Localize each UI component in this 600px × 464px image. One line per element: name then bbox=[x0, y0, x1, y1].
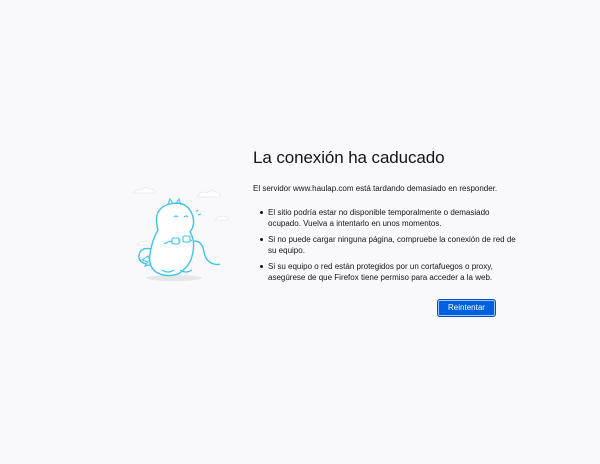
reason-item: El sitio podría estar no disponible temp… bbox=[260, 207, 523, 229]
reason-item: Si su equipo o red están protegidos por … bbox=[260, 261, 523, 283]
error-page: La conexión ha caducado El servidor www.… bbox=[0, 0, 600, 464]
error-description: El servidor www.haulap.com está tardando… bbox=[253, 184, 498, 193]
reason-item: Si no puede cargar ninguna página, compr… bbox=[260, 234, 523, 256]
dinosaur-unplugged-cable-icon bbox=[128, 182, 240, 286]
error-content: La conexión ha caducado El servidor www.… bbox=[253, 147, 523, 288]
retry-button[interactable]: Reintentar bbox=[437, 299, 496, 317]
reason-list: El sitio podría estar no disponible temp… bbox=[253, 207, 523, 283]
button-row: Reintentar bbox=[253, 299, 496, 317]
page-title: La conexión ha caducado bbox=[253, 148, 445, 167]
